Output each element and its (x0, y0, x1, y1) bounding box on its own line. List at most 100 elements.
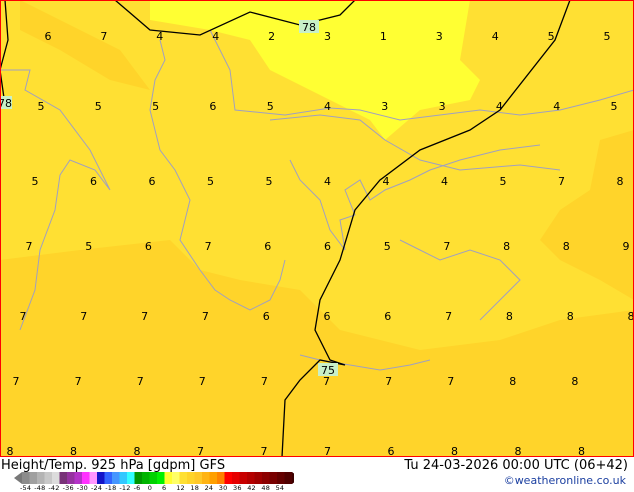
legend-swatch (22, 472, 30, 484)
temperature-value: 9 (623, 240, 630, 253)
temperature-value: 5 (548, 30, 555, 43)
temperature-value: 8 (503, 240, 510, 253)
temperature-value: 7 (100, 30, 107, 43)
legend-tick: 30 (219, 484, 228, 492)
legend-swatch (97, 472, 105, 484)
temperature-value: 6 (388, 445, 395, 457)
temperature-value: 7 (205, 240, 212, 253)
legend-tick: 18 (190, 484, 199, 492)
contour-label-78-left: 78 (0, 96, 12, 110)
temperature-value: 6 (384, 310, 391, 323)
temperature-value: 7 (324, 445, 331, 457)
legend-swatch (172, 472, 180, 484)
legend-tick: 12 (176, 484, 185, 492)
temperature-value: 7 (13, 375, 20, 388)
legend-tick: -12 (119, 484, 130, 492)
temperature-value: 7 (199, 375, 206, 388)
legend-tick: -30 (77, 484, 88, 492)
legend-swatch (82, 472, 90, 484)
legend-swatch (195, 472, 203, 484)
temperature-value: 3 (324, 30, 331, 43)
legend-swatch (60, 472, 68, 484)
temperature-value: 4 (324, 175, 331, 188)
temperature-value: 5 (267, 100, 274, 113)
temperature-value: 8 (7, 445, 14, 457)
footer: Height/Temp. 925 hPa [gdpm] GFS Tu 24-03… (0, 457, 634, 490)
temperature-value: 4 (324, 100, 331, 113)
temperature-value: 7 (20, 310, 27, 323)
temperature-value: 6 (264, 240, 271, 253)
temperature-value: 5 (611, 100, 618, 113)
legend-swatch (112, 472, 120, 484)
legend-swatch (247, 472, 255, 484)
legend-swatch (157, 472, 165, 484)
temperature-value: 3 (439, 100, 446, 113)
legend-swatch (52, 472, 60, 484)
temperature-value: 7 (261, 445, 268, 457)
temperature-value: 3 (381, 100, 388, 113)
legend-swatch (187, 472, 195, 484)
temperature-value: 1 (380, 30, 387, 43)
legend-tick: 36 (233, 484, 242, 492)
legend-arrow-right (292, 472, 294, 484)
legend-swatch (270, 472, 278, 484)
temperature-value: 8 (451, 445, 458, 457)
temperature-value: 7 (202, 310, 209, 323)
legend-tick: -24 (91, 484, 102, 492)
legend-tick: -18 (105, 484, 116, 492)
temperature-value: 4 (496, 100, 503, 113)
valid-time: Tu 24-03-2026 00:00 UTC (06+42) (404, 458, 628, 473)
legend-swatch (75, 472, 83, 484)
credit-link[interactable]: ©weatheronline.co.uk (504, 474, 626, 487)
temperature-value: 4 (492, 30, 499, 43)
legend-tick: 42 (247, 484, 256, 492)
legend-tick: -54 (20, 484, 31, 492)
temperature-value: 5 (207, 175, 214, 188)
temperature-value: 7 (385, 375, 392, 388)
temperature-value: 7 (323, 375, 330, 388)
legend-arrow-left (14, 472, 22, 484)
legend-tick: -48 (34, 484, 45, 492)
temperature-value: 7 (443, 240, 450, 253)
legend-swatch (30, 472, 38, 484)
temperature-value: 6 (324, 310, 331, 323)
temperature-value: 4 (212, 30, 219, 43)
temperature-value: 6 (324, 240, 331, 253)
temperature-value: 7 (261, 375, 268, 388)
temperature-value: 4 (553, 100, 560, 113)
legend-swatch (45, 472, 53, 484)
legend-swatch (240, 472, 248, 484)
legend-tick: -6 (134, 484, 141, 492)
legend-swatch (232, 472, 240, 484)
temperature-value: 6 (145, 240, 152, 253)
legend-swatch (127, 472, 135, 484)
temperature-value: 8 (515, 445, 522, 457)
temperature-value: 6 (45, 30, 52, 43)
temperature-value: 5 (38, 100, 45, 113)
temperature-value: 7 (141, 310, 148, 323)
legend-tick: -36 (63, 484, 74, 492)
temperature-value: 8 (567, 310, 574, 323)
legend-swatch (105, 472, 113, 484)
legend-tick: 0 (148, 484, 152, 492)
temperature-value: 4 (441, 175, 448, 188)
legend-swatch (180, 472, 188, 484)
color-legend (14, 472, 294, 484)
temperature-value: 8 (571, 375, 578, 388)
temperature-value: 8 (134, 445, 141, 457)
legend-tick: -42 (48, 484, 59, 492)
temperature-value: 7 (75, 375, 82, 388)
temperature-value: 4 (383, 175, 390, 188)
temperature-value: 5 (85, 240, 92, 253)
temperature-value: 7 (197, 445, 204, 457)
temperature-value: 5 (604, 30, 611, 43)
temperature-value: 5 (500, 175, 507, 188)
legend-tick: 48 (261, 484, 270, 492)
svg-text:78: 78 (302, 21, 316, 34)
temperature-value: 7 (26, 240, 33, 253)
temperature-value: 5 (384, 240, 391, 253)
legend-swatch (277, 472, 285, 484)
temperature-value: 3 (436, 30, 443, 43)
legend-swatch (150, 472, 158, 484)
temperature-value: 7 (447, 375, 454, 388)
